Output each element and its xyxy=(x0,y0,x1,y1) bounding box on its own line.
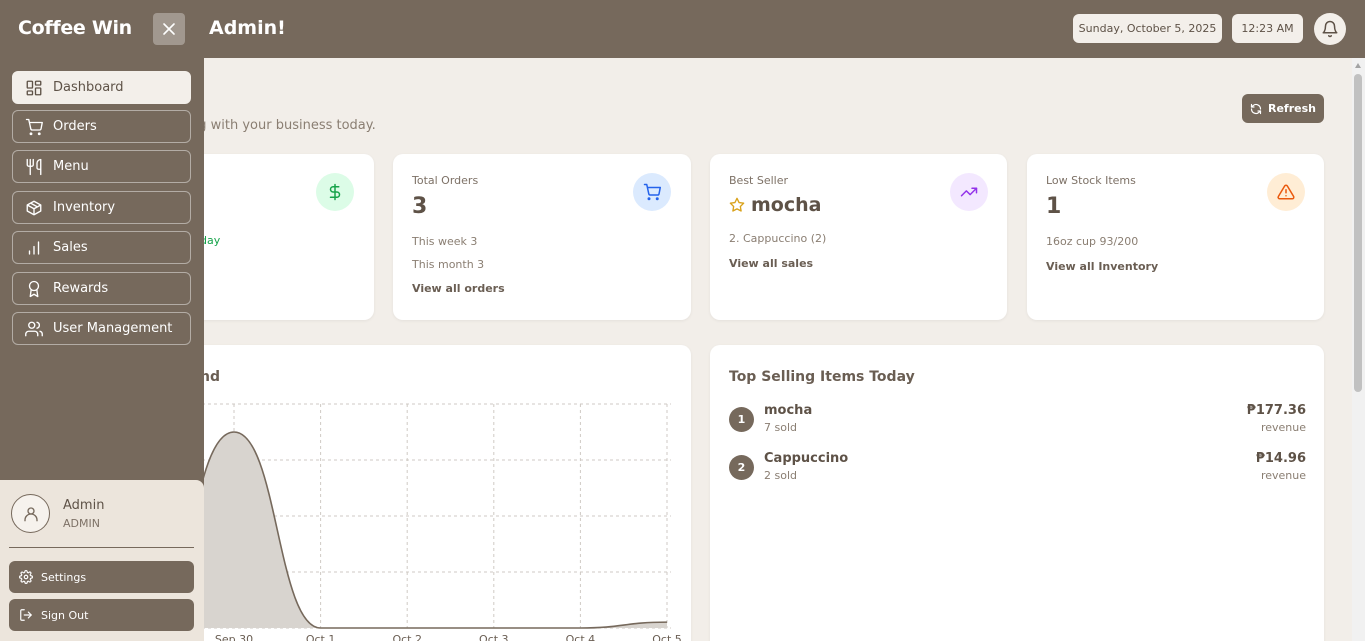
low-stock-icon-wrap xyxy=(1267,173,1305,211)
dashboard-icon xyxy=(26,80,42,95)
gear-icon xyxy=(19,570,33,584)
top-selling-item[interactable]: 2 Cappuccino 2 sold ₱14.96 revenue xyxy=(729,451,1306,487)
revenue-icon-wrap xyxy=(316,173,354,211)
page-scrollbar[interactable] xyxy=(1352,58,1365,641)
low-stock-card[interactable]: Low Stock Items 1 16oz cup 93/200 View a… xyxy=(1027,154,1324,320)
view-all-sales-link[interactable]: View all sales xyxy=(729,257,813,270)
total-orders-card[interactable]: Total Orders 3 This week 3 This month 3 … xyxy=(393,154,691,320)
close-icon xyxy=(163,23,175,35)
box-icon xyxy=(26,200,42,215)
orders-month: This month 3 xyxy=(412,258,485,271)
refresh-button[interactable]: Refresh xyxy=(1242,94,1324,123)
best-seller-value: mocha xyxy=(751,194,822,216)
date-display: Sunday, October 5, 2025 xyxy=(1073,14,1222,43)
sidebar-item-label: Inventory xyxy=(53,200,116,215)
sidebar-item-menu[interactable]: Menu xyxy=(12,150,191,183)
item-revenue-label: revenue xyxy=(1260,421,1306,434)
user-icon xyxy=(23,506,38,521)
view-all-inventory-link[interactable]: View all Inventory xyxy=(1046,260,1158,273)
scroll-up-arrow[interactable] xyxy=(1355,63,1361,68)
top-selling-title: Top Selling Items Today xyxy=(729,369,915,385)
top-bar: Coffee Win Admin! Sunday, October 5, 202… xyxy=(0,0,1365,58)
sign-out-label: Sign Out xyxy=(41,608,89,622)
best-seller-second: 2. Cappuccino (2) xyxy=(729,232,827,245)
award-icon xyxy=(28,280,40,297)
item-sold: 2 sold xyxy=(764,469,797,482)
sidebar-item-dashboard[interactable]: Dashboard xyxy=(12,71,191,104)
page-subtitle: ng with your business today. xyxy=(190,118,376,133)
sidebar-item-label: Orders xyxy=(53,119,97,134)
close-sidebar-button[interactable] xyxy=(153,13,185,45)
avatar[interactable] xyxy=(11,494,50,533)
low-stock-detail: 16oz cup 93/200 xyxy=(1046,235,1139,248)
time-display: 12:23 AM xyxy=(1232,14,1303,43)
users-icon xyxy=(25,321,43,336)
best-seller-label: Best Seller xyxy=(729,174,789,187)
sidebar-item-label: Rewards xyxy=(53,281,109,296)
sidebar-item-inventory[interactable]: Inventory xyxy=(12,191,191,224)
x-tick-label: Oct 1 xyxy=(306,633,336,641)
item-sold: 7 sold xyxy=(764,421,797,434)
rank-badge: 1 xyxy=(729,407,754,432)
orders-label: Total Orders xyxy=(412,174,479,187)
sidebar-item-user-management[interactable]: User Management xyxy=(12,312,191,345)
x-tick-label: Sep 30 xyxy=(215,633,253,641)
orders-icon-wrap xyxy=(633,173,671,211)
utensils-icon xyxy=(26,158,42,175)
trending-up-icon xyxy=(960,187,978,197)
bar-chart-icon xyxy=(28,240,40,255)
sidebar-item-orders[interactable]: Orders xyxy=(12,110,191,143)
orders-value: 3 xyxy=(412,194,428,219)
item-name: mocha xyxy=(764,403,813,418)
bell-icon xyxy=(1322,20,1338,38)
low-stock-value: 1 xyxy=(1046,194,1062,219)
best-seller-icon-wrap xyxy=(950,173,988,211)
settings-button[interactable]: Settings xyxy=(9,561,194,593)
sidebar-item-label: Menu xyxy=(53,159,89,174)
item-revenue: ₱177.36 xyxy=(1246,403,1306,418)
item-revenue: ₱14.96 xyxy=(1255,451,1306,466)
item-revenue-label: revenue xyxy=(1260,469,1306,482)
log-out-icon xyxy=(20,609,32,621)
page-greeting: Admin! xyxy=(209,17,286,39)
item-name: Cappuccino xyxy=(764,451,849,466)
sidebar-item-label: Dashboard xyxy=(53,80,124,95)
sidebar: Dashboard Orders Menu Inventory Sales Re… xyxy=(0,58,204,641)
user-panel: Admin ADMIN Settings Sign Out xyxy=(0,480,204,641)
orders-week: This week 3 xyxy=(412,235,478,248)
sidebar-item-rewards[interactable]: Rewards xyxy=(12,272,191,305)
dollar-icon xyxy=(329,183,341,201)
top-selling-panel: Top Selling Items Today 1 mocha 7 sold ₱… xyxy=(710,345,1324,641)
top-selling-item[interactable]: 1 mocha 7 sold ₱177.36 revenue xyxy=(729,403,1306,439)
user-divider xyxy=(9,547,194,548)
refresh-label: Refresh xyxy=(1268,102,1316,115)
best-seller-card[interactable]: Best Seller mocha 2. Cappuccino (2) View… xyxy=(710,154,1007,320)
refresh-icon xyxy=(1250,103,1262,114)
cart-icon xyxy=(25,118,43,135)
x-tick-label: Oct 2 xyxy=(392,633,422,641)
app-brand: Coffee Win xyxy=(18,17,132,39)
low-stock-label: Low Stock Items xyxy=(1046,174,1136,187)
x-tick-label: Oct 3 xyxy=(479,633,509,641)
sidebar-item-sales[interactable]: Sales xyxy=(12,231,191,264)
user-role: ADMIN xyxy=(63,517,100,530)
notifications-button[interactable] xyxy=(1314,13,1346,45)
sidebar-item-label: User Management xyxy=(53,321,173,336)
cart-icon xyxy=(643,183,661,201)
sign-out-button[interactable]: Sign Out xyxy=(9,599,194,631)
star-icon xyxy=(729,197,745,212)
alert-triangle-icon xyxy=(1277,184,1295,200)
scroll-thumb[interactable] xyxy=(1354,74,1362,392)
rank-badge: 2 xyxy=(729,455,754,480)
user-name: Admin xyxy=(63,498,105,513)
sidebar-item-label: Sales xyxy=(53,240,88,255)
x-tick-label: Oct 5 xyxy=(652,633,682,641)
x-tick-label: Oct 4 xyxy=(566,633,596,641)
settings-label: Settings xyxy=(41,570,87,584)
view-all-orders-link[interactable]: View all orders xyxy=(412,282,505,295)
